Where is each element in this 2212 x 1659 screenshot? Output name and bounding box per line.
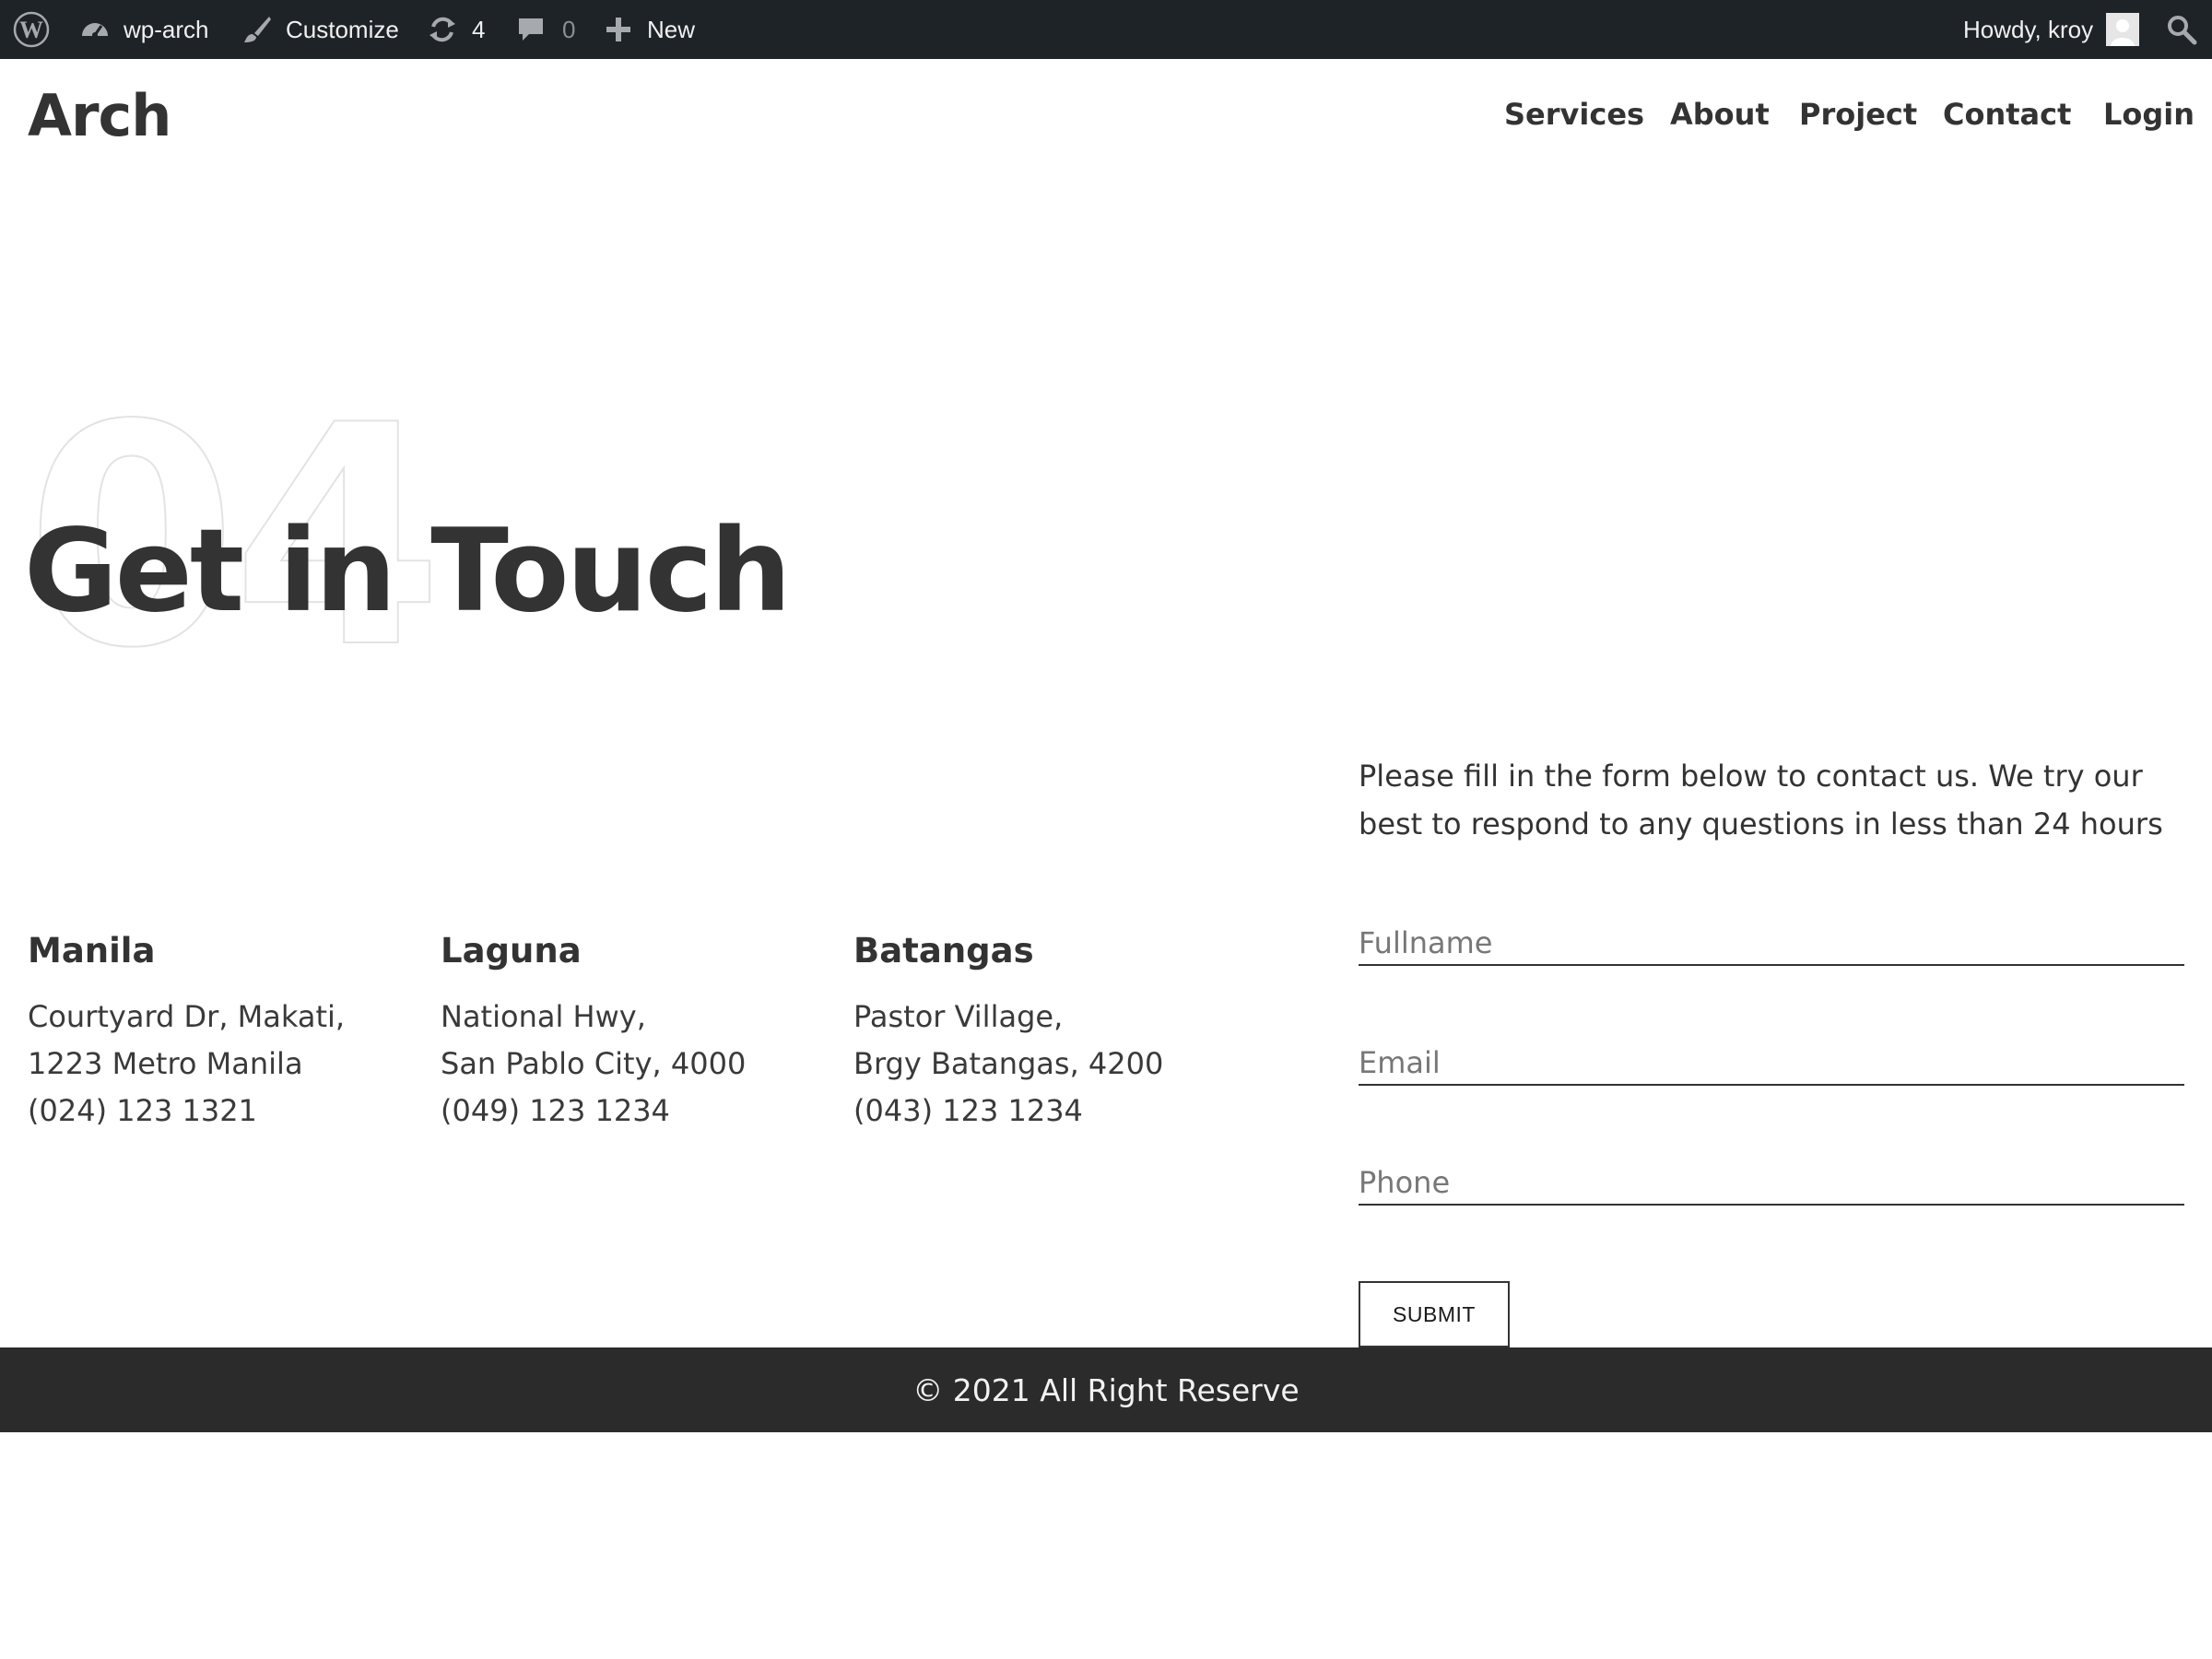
customize-label: Customize <box>286 16 399 43</box>
wordpress-logo-icon[interactable]: W <box>13 0 50 59</box>
nav-link-about[interactable]: About <box>1670 94 1770 135</box>
location-card: Batangas Pastor Village, Brgy Batangas, … <box>853 927 1241 1135</box>
page-title: Get in Touch <box>24 505 792 638</box>
location-city: Laguna <box>441 931 582 971</box>
location-address-line2: 1223 Metro Manila <box>28 1046 303 1081</box>
location-card: Laguna National Hwy, San Pablo City, 400… <box>441 927 828 1135</box>
form-intro-text: Please fill in the form below to contact… <box>1359 759 2163 841</box>
new-label: New <box>647 16 696 43</box>
customize-link[interactable]: Customize <box>241 0 399 59</box>
location-address-line1: Pastor Village, <box>853 999 1064 1034</box>
nav-link-services[interactable]: Services <box>1504 94 1644 135</box>
location-phone: (024) 123 1321 <box>28 1093 257 1128</box>
admin-bar: W wp-arch Customize 4 0 New Howdy, kroy <box>0 0 2212 59</box>
location-phone: (049) 123 1234 <box>441 1093 670 1128</box>
location-city: Batangas <box>853 931 1034 971</box>
location-address-line1: Courtyard Dr, Makati, <box>28 999 346 1034</box>
my-account-link[interactable]: Howdy, kroy <box>1963 0 2140 59</box>
location-card: Manila Courtyard Dr, Makati, 1223 Metro … <box>28 927 415 1135</box>
site-footer: © 2021 All Right Reserve <box>0 1347 2212 1432</box>
location-phone: (043) 123 1234 <box>853 1093 1083 1128</box>
comments-count: 0 <box>562 16 576 43</box>
copyright-text: © 2021 All Right Reserve <box>912 1371 1300 1408</box>
svg-text:W: W <box>19 17 43 43</box>
updates-icon <box>426 13 459 46</box>
site-title[interactable]: Arch <box>28 79 171 153</box>
avatar <box>2106 13 2140 46</box>
location-address-line2: San Pablo City, 4000 <box>441 1046 747 1081</box>
nav-link-contact[interactable]: Contact <box>1943 94 2071 135</box>
fullname-input[interactable] <box>1359 922 2184 966</box>
updates-link[interactable]: 4 <box>426 0 485 59</box>
plus-icon <box>605 16 632 43</box>
admin-bar-site-link[interactable]: wp-arch <box>79 0 208 59</box>
comments-link[interactable]: 0 <box>516 0 575 59</box>
nav-link-project[interactable]: Project <box>1799 94 1917 135</box>
dashboard-icon <box>79 14 111 45</box>
location-address-line2: Brgy Batangas, 4200 <box>853 1046 1164 1081</box>
phone-input[interactable] <box>1359 1161 2184 1206</box>
location-city: Manila <box>28 931 156 971</box>
search-icon[interactable] <box>2166 0 2197 59</box>
site-name: wp-arch <box>124 16 209 43</box>
updates-count: 4 <box>472 16 486 43</box>
location-address-line1: National Hwy, <box>441 999 646 1034</box>
nav-link-login[interactable]: Login <box>2103 94 2194 135</box>
comment-bubble-icon <box>516 15 546 44</box>
submit-button[interactable]: SUBMIT <box>1359 1281 1510 1347</box>
new-content-link[interactable]: New <box>605 0 695 59</box>
howdy-greeting: Howdy, kroy <box>1963 16 2094 43</box>
email-input[interactable] <box>1359 1041 2184 1086</box>
paintbrush-icon <box>241 14 273 45</box>
